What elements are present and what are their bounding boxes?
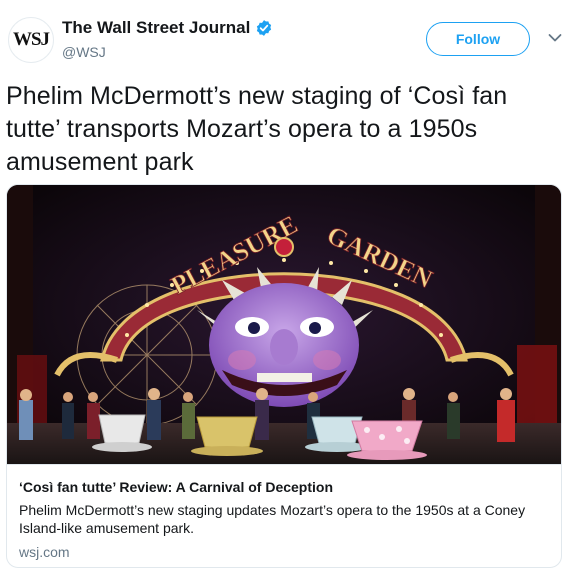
author-name[interactable]: The Wall Street Journal (62, 18, 250, 38)
card-title[interactable]: ‘Così fan tutte’ Review: A Carnival of D… (19, 479, 333, 495)
tweet-header: WSJ The Wall Street Journal @WSJ Follow (0, 0, 568, 78)
follow-button[interactable]: Follow (426, 22, 530, 56)
card-description: Phelim McDermott’s new staging updates M… (19, 502, 526, 536)
author-handle[interactable]: @WSJ (62, 44, 106, 60)
card-domain[interactable]: wsj.com (19, 544, 70, 560)
author-row: The Wall Street Journal (62, 18, 273, 38)
verified-badge-icon (257, 20, 272, 36)
card-body[interactable]: ‘Così fan tutte’ Review: A Carnival of D… (7, 464, 561, 567)
link-card[interactable]: PLEASURE GARDEN ‘Così fan tutte’ Review:… (6, 184, 562, 568)
tweet-text: Phelim McDermott’s new staging of ‘Così … (6, 82, 508, 176)
chevron-down-icon[interactable] (548, 33, 562, 43)
avatar[interactable]: WSJ (8, 17, 54, 63)
card-image[interactable]: PLEASURE GARDEN (7, 185, 561, 464)
